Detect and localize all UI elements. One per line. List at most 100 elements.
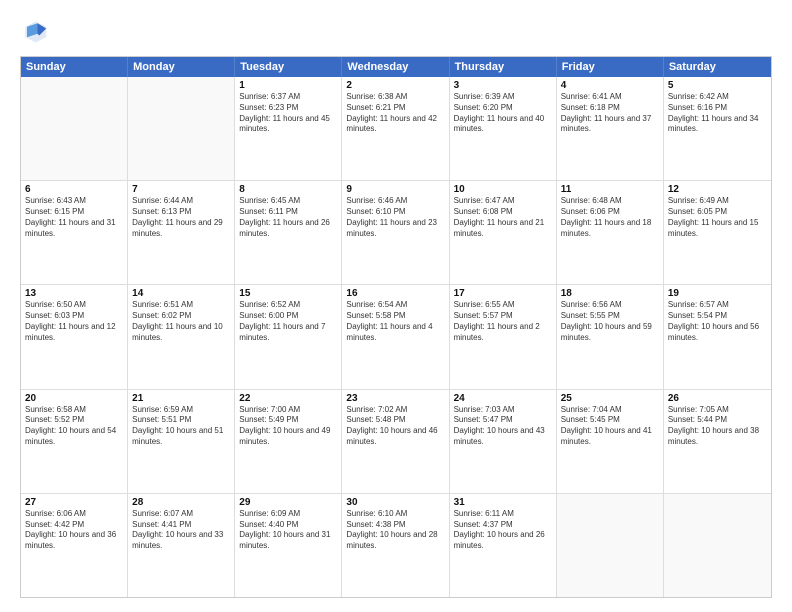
day-number: 31 [454, 497, 552, 508]
cell-info-line: Sunrise: 6:11 AM [454, 509, 552, 520]
cell-info-line: Sunrise: 6:47 AM [454, 196, 552, 207]
cell-info-line: Sunset: 4:41 PM [132, 520, 230, 531]
calendar-cell: 26Sunrise: 7:05 AMSunset: 5:44 PMDayligh… [664, 390, 771, 493]
cell-info-line: Daylight: 10 hours and 41 minutes. [561, 426, 659, 448]
day-number: 1 [239, 80, 337, 91]
cell-info-line: Daylight: 11 hours and 2 minutes. [454, 322, 552, 344]
cell-info-line: Daylight: 10 hours and 33 minutes. [132, 530, 230, 552]
cell-info-line: Sunrise: 6:49 AM [668, 196, 767, 207]
cell-info-line: Daylight: 10 hours and 59 minutes. [561, 322, 659, 344]
calendar-cell: 7Sunrise: 6:44 AMSunset: 6:13 PMDaylight… [128, 181, 235, 284]
calendar-cell: 16Sunrise: 6:54 AMSunset: 5:58 PMDayligh… [342, 285, 449, 388]
cell-info-line: Sunrise: 7:04 AM [561, 405, 659, 416]
calendar-cell: 27Sunrise: 6:06 AMSunset: 4:42 PMDayligh… [21, 494, 128, 597]
cell-info-line: Sunrise: 6:45 AM [239, 196, 337, 207]
calendar-header-row: SundayMondayTuesdayWednesdayThursdayFrid… [21, 57, 771, 77]
day-number: 30 [346, 497, 444, 508]
cell-info-line: Daylight: 10 hours and 31 minutes. [239, 530, 337, 552]
day-number: 25 [561, 393, 659, 404]
day-number: 5 [668, 80, 767, 91]
cell-info-line: Daylight: 10 hours and 46 minutes. [346, 426, 444, 448]
cell-info-line: Daylight: 11 hours and 37 minutes. [561, 114, 659, 136]
day-number: 28 [132, 497, 230, 508]
calendar-cell: 9Sunrise: 6:46 AMSunset: 6:10 PMDaylight… [342, 181, 449, 284]
calendar-cell: 17Sunrise: 6:55 AMSunset: 5:57 PMDayligh… [450, 285, 557, 388]
calendar-cell [128, 77, 235, 180]
day-number: 18 [561, 288, 659, 299]
day-number: 9 [346, 184, 444, 195]
logo [20, 18, 52, 46]
cell-info-line: Daylight: 11 hours and 10 minutes. [132, 322, 230, 344]
logo-icon [20, 18, 48, 46]
cell-info-line: Sunset: 6:05 PM [668, 207, 767, 218]
cell-info-line: Daylight: 11 hours and 34 minutes. [668, 114, 767, 136]
cell-info-line: Sunrise: 6:42 AM [668, 92, 767, 103]
cell-info-line: Daylight: 11 hours and 23 minutes. [346, 218, 444, 240]
calendar-cell: 28Sunrise: 6:07 AMSunset: 4:41 PMDayligh… [128, 494, 235, 597]
calendar: SundayMondayTuesdayWednesdayThursdayFrid… [20, 56, 772, 598]
cell-info-line: Sunset: 5:55 PM [561, 311, 659, 322]
cell-info-line: Daylight: 11 hours and 40 minutes. [454, 114, 552, 136]
cell-info-line: Sunrise: 6:52 AM [239, 300, 337, 311]
cell-info-line: Daylight: 11 hours and 42 minutes. [346, 114, 444, 136]
cell-info-line: Sunset: 4:40 PM [239, 520, 337, 531]
day-number: 26 [668, 393, 767, 404]
cell-info-line: Sunrise: 6:56 AM [561, 300, 659, 311]
header-day-saturday: Saturday [664, 57, 771, 77]
cell-info-line: Sunrise: 6:37 AM [239, 92, 337, 103]
cell-info-line: Sunrise: 6:39 AM [454, 92, 552, 103]
cell-info-line: Daylight: 11 hours and 15 minutes. [668, 218, 767, 240]
calendar-cell: 29Sunrise: 6:09 AMSunset: 4:40 PMDayligh… [235, 494, 342, 597]
calendar-cell: 20Sunrise: 6:58 AMSunset: 5:52 PMDayligh… [21, 390, 128, 493]
header-day-friday: Friday [557, 57, 664, 77]
calendar-cell [664, 494, 771, 597]
calendar-cell [557, 494, 664, 597]
cell-info-line: Sunrise: 6:50 AM [25, 300, 123, 311]
cell-info-line: Sunrise: 6:58 AM [25, 405, 123, 416]
day-number: 13 [25, 288, 123, 299]
day-number: 20 [25, 393, 123, 404]
calendar-cell: 1Sunrise: 6:37 AMSunset: 6:23 PMDaylight… [235, 77, 342, 180]
cell-info-line: Daylight: 11 hours and 12 minutes. [25, 322, 123, 344]
cell-info-line: Daylight: 11 hours and 26 minutes. [239, 218, 337, 240]
cell-info-line: Daylight: 10 hours and 36 minutes. [25, 530, 123, 552]
header [20, 18, 772, 46]
cell-info-line: Sunset: 5:52 PM [25, 415, 123, 426]
calendar-week-2: 6Sunrise: 6:43 AMSunset: 6:15 PMDaylight… [21, 181, 771, 285]
cell-info-line: Sunset: 6:03 PM [25, 311, 123, 322]
cell-info-line: Sunrise: 6:06 AM [25, 509, 123, 520]
calendar-cell: 8Sunrise: 6:45 AMSunset: 6:11 PMDaylight… [235, 181, 342, 284]
cell-info-line: Sunrise: 6:51 AM [132, 300, 230, 311]
cell-info-line: Sunset: 4:38 PM [346, 520, 444, 531]
cell-info-line: Sunset: 6:13 PM [132, 207, 230, 218]
cell-info-line: Sunrise: 7:03 AM [454, 405, 552, 416]
calendar-cell: 30Sunrise: 6:10 AMSunset: 4:38 PMDayligh… [342, 494, 449, 597]
day-number: 22 [239, 393, 337, 404]
cell-info-line: Daylight: 11 hours and 45 minutes. [239, 114, 337, 136]
cell-info-line: Sunrise: 6:07 AM [132, 509, 230, 520]
cell-info-line: Daylight: 10 hours and 54 minutes. [25, 426, 123, 448]
calendar-cell: 21Sunrise: 6:59 AMSunset: 5:51 PMDayligh… [128, 390, 235, 493]
day-number: 3 [454, 80, 552, 91]
day-number: 7 [132, 184, 230, 195]
calendar-week-5: 27Sunrise: 6:06 AMSunset: 4:42 PMDayligh… [21, 494, 771, 597]
calendar-cell: 31Sunrise: 6:11 AMSunset: 4:37 PMDayligh… [450, 494, 557, 597]
calendar-cell: 4Sunrise: 6:41 AMSunset: 6:18 PMDaylight… [557, 77, 664, 180]
day-number: 14 [132, 288, 230, 299]
day-number: 15 [239, 288, 337, 299]
calendar-cell: 3Sunrise: 6:39 AMSunset: 6:20 PMDaylight… [450, 77, 557, 180]
cell-info-line: Sunrise: 7:00 AM [239, 405, 337, 416]
cell-info-line: Sunrise: 6:46 AM [346, 196, 444, 207]
day-number: 19 [668, 288, 767, 299]
cell-info-line: Sunset: 5:57 PM [454, 311, 552, 322]
calendar-cell: 2Sunrise: 6:38 AMSunset: 6:21 PMDaylight… [342, 77, 449, 180]
day-number: 29 [239, 497, 337, 508]
cell-info-line: Sunrise: 7:05 AM [668, 405, 767, 416]
header-day-monday: Monday [128, 57, 235, 77]
calendar-cell: 10Sunrise: 6:47 AMSunset: 6:08 PMDayligh… [450, 181, 557, 284]
calendar-cell: 24Sunrise: 7:03 AMSunset: 5:47 PMDayligh… [450, 390, 557, 493]
cell-info-line: Sunset: 6:21 PM [346, 103, 444, 114]
cell-info-line: Sunset: 4:37 PM [454, 520, 552, 531]
cell-info-line: Sunset: 5:47 PM [454, 415, 552, 426]
calendar-cell: 12Sunrise: 6:49 AMSunset: 6:05 PMDayligh… [664, 181, 771, 284]
